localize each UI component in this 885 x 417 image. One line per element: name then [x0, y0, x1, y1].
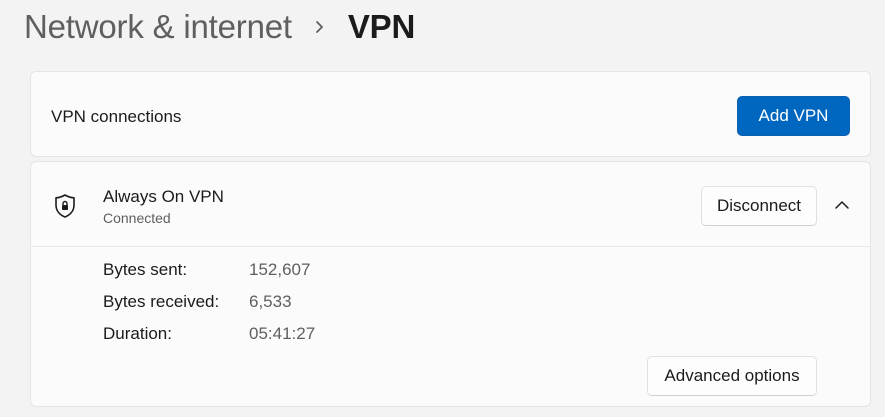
- shield-lock-icon: [53, 193, 77, 219]
- settings-page: Network & internet VPN VPN connections A…: [0, 0, 885, 417]
- detail-value: 152,607: [249, 260, 311, 279]
- disconnect-button[interactable]: Disconnect: [701, 186, 817, 226]
- detail-row-bytes-sent: Bytes sent: 152,607: [103, 260, 403, 282]
- detail-value: 6,533: [249, 292, 292, 311]
- vpn-connections-card: VPN connections Add VPN: [30, 71, 871, 157]
- breadcrumb-parent-link[interactable]: Network & internet: [24, 8, 292, 46]
- advanced-options-button[interactable]: Advanced options: [647, 356, 817, 396]
- detail-key: Duration:: [103, 324, 172, 343]
- detail-key: Bytes sent:: [103, 260, 188, 279]
- vpn-name: Always On VPN: [103, 187, 224, 206]
- chevron-right-icon: [292, 20, 348, 34]
- vpn-connections-label: VPN connections: [51, 107, 182, 126]
- vpn-status: Connected: [103, 210, 171, 226]
- vpn-connection-header[interactable]: Always On VPN Connected Disconnect: [31, 162, 870, 247]
- vpn-connection-card: Always On VPN Connected Disconnect Bytes…: [30, 161, 871, 407]
- detail-row-bytes-received: Bytes received: 6,533: [103, 292, 403, 314]
- add-vpn-button[interactable]: Add VPN: [737, 96, 850, 136]
- detail-row-duration: Duration: 05:41:27: [103, 324, 403, 346]
- detail-key: Bytes received:: [103, 292, 220, 311]
- page-title: VPN: [347, 8, 416, 45]
- chevron-up-icon[interactable]: [829, 192, 855, 218]
- breadcrumb: Network & internet VPN: [24, 4, 415, 50]
- detail-value: 05:41:27: [249, 324, 316, 343]
